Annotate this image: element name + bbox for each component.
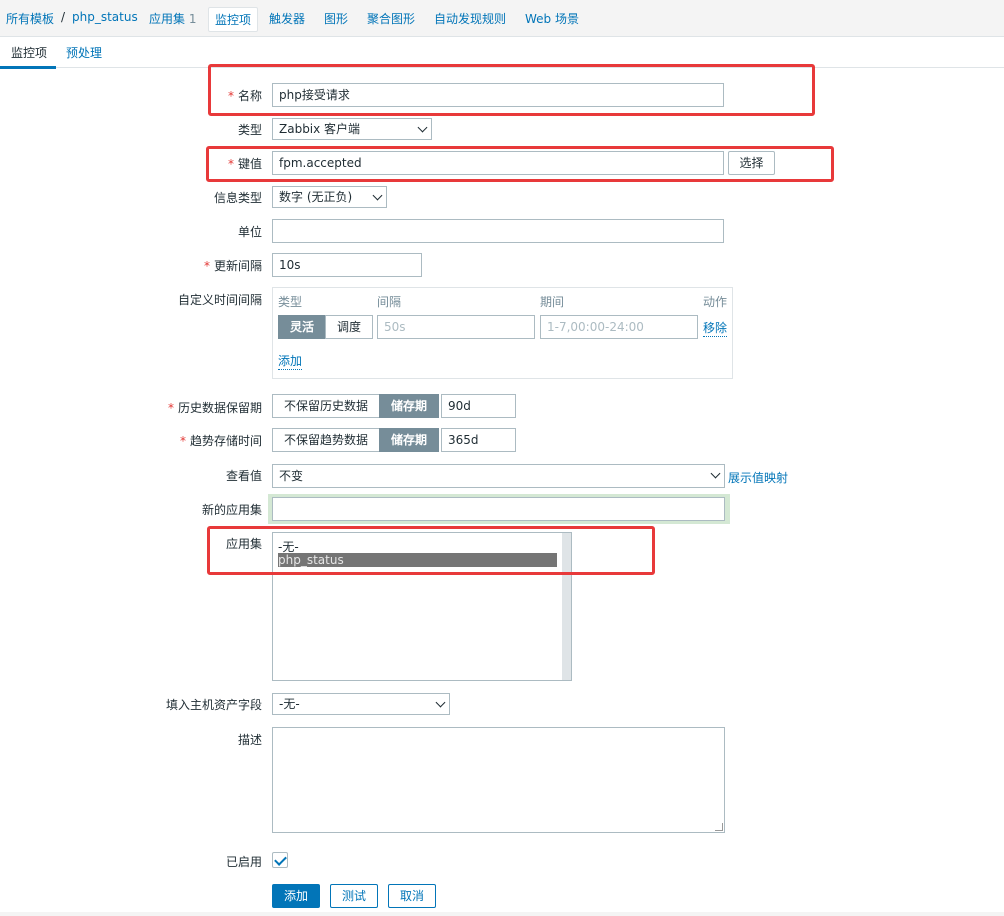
ci-header-interval: 间隔 bbox=[377, 295, 402, 309]
applications-highlight-box bbox=[207, 526, 655, 575]
required-mark: * bbox=[179, 434, 186, 448]
ci-header-type: 类型 bbox=[278, 295, 303, 309]
tab-active-indicator bbox=[0, 66, 56, 69]
description-label: 描述 bbox=[237, 733, 262, 747]
ci-remove-link[interactable]: 移除 bbox=[703, 319, 728, 337]
nav-web[interactable]: Web 场景 bbox=[525, 10, 579, 27]
nav-triggers[interactable]: 触发器 bbox=[269, 10, 305, 27]
history-label-text: 历史数据保留期 bbox=[177, 401, 262, 415]
tab-item[interactable]: 监控项 bbox=[11, 44, 47, 61]
update-interval-label-text: 更新间隔 bbox=[213, 259, 262, 273]
name-label-text: 名称 bbox=[237, 89, 262, 103]
name-label: * 名称 bbox=[228, 87, 262, 104]
chevron-down-icon bbox=[417, 122, 428, 133]
description-textarea[interactable] bbox=[272, 727, 725, 833]
units-label: 单位 bbox=[237, 225, 262, 239]
nav-screens[interactable]: 聚合图形 bbox=[367, 10, 415, 27]
history-input[interactable]: 90d bbox=[441, 394, 516, 418]
new-application-input[interactable] bbox=[272, 497, 725, 521]
key-input[interactable]: fpm.accepted bbox=[272, 151, 724, 175]
ci-flexible-toggle[interactable]: 灵活 bbox=[278, 315, 326, 339]
type-select[interactable]: Zabbix 客户端 bbox=[272, 118, 432, 140]
tab-preprocessing[interactable]: 预处理 bbox=[66, 44, 102, 61]
breadcrumb-separator: / bbox=[61, 10, 66, 24]
key-label: * 键值 bbox=[228, 155, 262, 172]
trends-storage-toggle[interactable]: 储存期 bbox=[379, 428, 439, 452]
info-type-label: 信息类型 bbox=[213, 191, 262, 205]
units-input[interactable] bbox=[272, 219, 724, 243]
enabled-label: 已启用 bbox=[225, 855, 262, 869]
show-value-select[interactable]: 不变 bbox=[272, 464, 725, 488]
breadcrumb-template[interactable]: php_status bbox=[72, 10, 138, 24]
required-mark: * bbox=[227, 157, 234, 171]
history-label: * 历史数据保留期 bbox=[168, 399, 262, 416]
inventory-select[interactable]: -无- bbox=[272, 693, 450, 715]
trends-label-text: 趋势存储时间 bbox=[189, 434, 262, 448]
test-button[interactable]: 测试 bbox=[330, 884, 378, 908]
page-bottom-strip bbox=[0, 912, 1004, 916]
ci-scheduling-toggle[interactable]: 调度 bbox=[325, 315, 373, 339]
required-mark: * bbox=[203, 259, 210, 273]
enabled-checkbox[interactable] bbox=[272, 852, 288, 868]
nav-items[interactable]: 监控项 bbox=[208, 7, 259, 32]
inventory-select-value: -无- bbox=[279, 697, 300, 711]
required-mark: * bbox=[227, 89, 234, 103]
breadcrumb-all-templates[interactable]: 所有模板 bbox=[6, 10, 54, 27]
nav-applications-label: 应用集 bbox=[149, 12, 186, 26]
trends-label: * 趋势存储时间 bbox=[180, 432, 262, 449]
history-no-keep-toggle[interactable]: 不保留历史数据 bbox=[272, 394, 380, 418]
cancel-button[interactable]: 取消 bbox=[388, 884, 436, 908]
nav-applications[interactable]: 应用集 1 bbox=[149, 10, 196, 27]
info-type-select-value: 数字 (无正负) bbox=[279, 190, 353, 204]
chevron-down-icon bbox=[710, 468, 721, 479]
trends-no-keep-toggle[interactable]: 不保留趋势数据 bbox=[272, 428, 380, 452]
ci-period-input[interactable]: 1-7,00:00-24:00 bbox=[540, 315, 698, 339]
chevron-down-icon bbox=[372, 190, 383, 201]
trends-input[interactable]: 365d bbox=[441, 428, 516, 452]
ci-interval-input[interactable]: 50s bbox=[377, 315, 535, 339]
show-value-select-value: 不变 bbox=[279, 469, 304, 483]
update-interval-input[interactable]: 10s bbox=[272, 253, 422, 277]
update-interval-label: * 更新间隔 bbox=[204, 257, 262, 274]
type-select-value: Zabbix 客户端 bbox=[279, 122, 361, 136]
required-mark: * bbox=[167, 401, 174, 415]
nav-discovery[interactable]: 自动发现规则 bbox=[434, 10, 506, 27]
add-button[interactable]: 添加 bbox=[272, 884, 320, 908]
ci-header-action: 动作 bbox=[703, 295, 728, 309]
name-input[interactable]: php接受请求 bbox=[272, 83, 724, 107]
type-label: 类型 bbox=[237, 123, 262, 137]
key-select-button[interactable]: 选择 bbox=[728, 151, 775, 175]
show-value-label: 查看值 bbox=[225, 469, 262, 483]
key-label-text: 键值 bbox=[237, 157, 262, 171]
ci-header-period: 期间 bbox=[540, 295, 565, 309]
nav-applications-count: 1 bbox=[188, 12, 197, 26]
info-type-select[interactable]: 数字 (无正负) bbox=[272, 186, 387, 208]
chevron-down-icon bbox=[435, 697, 446, 708]
value-mapping-link[interactable]: 展示值映射 bbox=[728, 469, 788, 486]
ci-add-link[interactable]: 添加 bbox=[278, 352, 303, 370]
history-storage-toggle[interactable]: 储存期 bbox=[379, 394, 439, 418]
inventory-label: 填入主机资产字段 bbox=[165, 698, 262, 712]
nav-graphs[interactable]: 图形 bbox=[324, 10, 348, 27]
new-application-label: 新的应用集 bbox=[201, 503, 262, 517]
custom-intervals-label: 自定义时间间隔 bbox=[177, 293, 262, 307]
resize-handle-icon[interactable] bbox=[715, 823, 723, 831]
